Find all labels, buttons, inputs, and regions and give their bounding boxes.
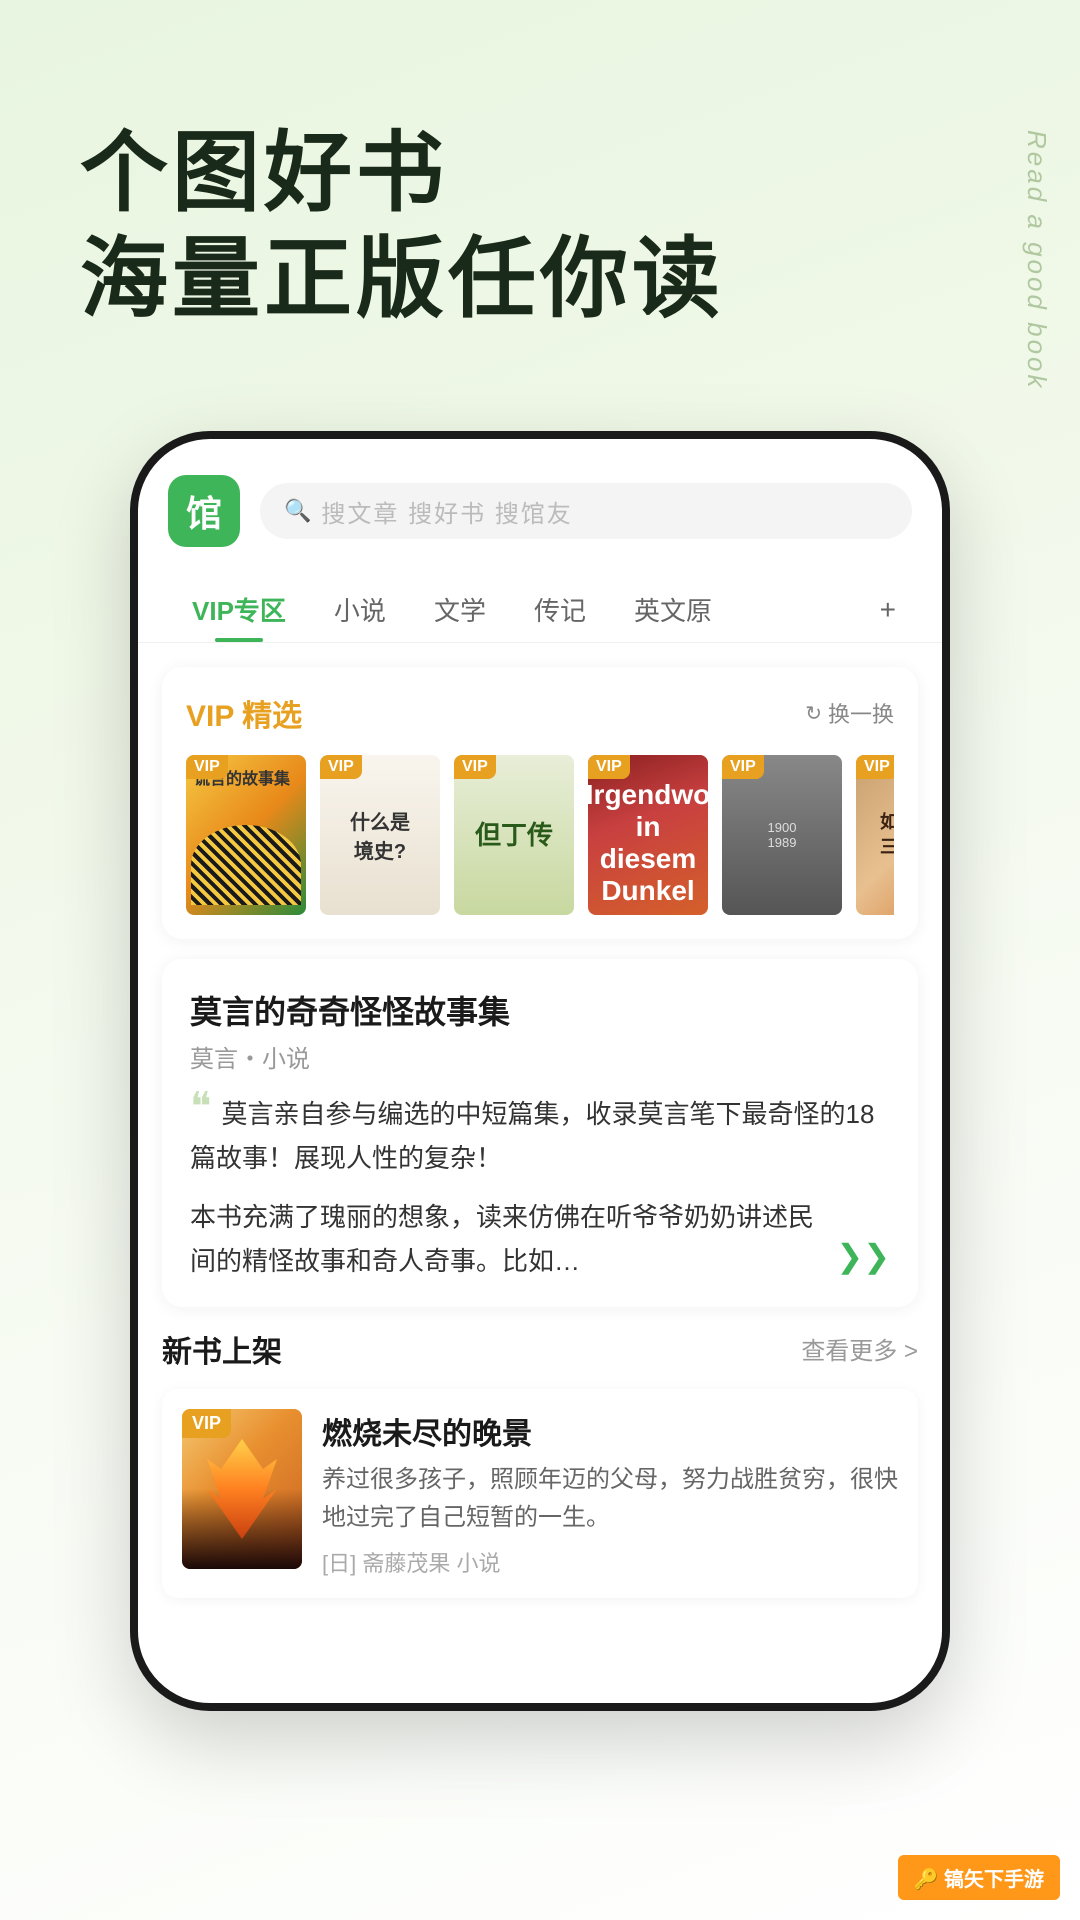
app-header: 馆 🔍 搜文章 搜好书 搜馆友 <box>138 439 942 567</box>
nav-tabs: VIP专区 小说 文学 传记 英文原 + <box>138 567 942 643</box>
hero-section: 个图好书 海量正版任你读 Read a good book <box>0 0 1080 391</box>
book-cover-5: VIP 19001989 <box>722 755 842 915</box>
new-book-vip-badge: VIP <box>182 1409 231 1438</box>
phone-mockup: 馆 🔍 搜文章 搜好书 搜馆友 VIP专区 小说 文学 传记 英文原 <box>130 431 950 1711</box>
new-book-info-1: 燃烧未尽的晚景 养过很多孩子，照顾年迈的父母，努力战胜贫穷，很快地过完了自己短暂… <box>322 1409 898 1578</box>
vip-section-title: VIP 精选 <box>186 691 302 735</box>
vip-book-shelf: VIP VIP 什么是境史? VIP 但丁传 <box>186 755 894 915</box>
phone-mockup-wrap: 馆 🔍 搜文章 搜好书 搜馆友 VIP专区 小说 文学 传记 英文原 <box>0 391 1080 1711</box>
refresh-button[interactable]: ↻ 换一换 <box>805 697 894 729</box>
book-cover-6: VIP 如何带着三文旅行 <box>856 755 894 915</box>
vip-badge-5: VIP <box>722 755 764 779</box>
new-book-author-1: [日] 斋藤茂果 小说 <box>322 1546 898 1578</box>
app-logo[interactable]: 馆 <box>168 475 240 547</box>
watermark: 🔑 镐矢下手游 <box>898 1855 1060 1900</box>
expand-icon[interactable]: ❯❯ <box>836 1229 890 1283</box>
tab-novel[interactable]: 小说 <box>310 577 410 642</box>
new-books-section: 新书上架 查看更多 > VIP 燃烧未尽的晚景 养过很多孩子，照顾年迈的父母，努… <box>162 1327 918 1598</box>
search-icon: 🔍 <box>284 498 311 524</box>
hero-title-line2: 海量正版任你读 <box>80 226 1000 332</box>
new-books-title: 新书上架 <box>162 1327 282 1371</box>
featured-book-author: 莫言・小说 <box>190 1039 890 1074</box>
book-item-4[interactable]: VIP Irgendwoin diesemDunkel <box>588 755 708 915</box>
featured-desc-1: ❝ 莫言亲自参与编选的中短篇集，收录莫言笔下最奇怪的18篇故事！展现人性的复杂！ <box>190 1092 890 1180</box>
book-title-2: 什么是境史? <box>350 806 410 864</box>
vip-badge-2: VIP <box>320 755 362 779</box>
book-item-2[interactable]: VIP 什么是境史? <box>320 755 440 915</box>
tab-more-plus[interactable]: + <box>864 584 912 636</box>
tab-literature[interactable]: 文学 <box>410 577 510 642</box>
new-book-item-1[interactable]: VIP 燃烧未尽的晚景 养过很多孩子，照顾年迈的父母，努力战胜贫穷，很快地过完了… <box>162 1389 918 1598</box>
book-title-3: 但丁传 <box>475 817 553 853</box>
book-item-3[interactable]: VIP 但丁传 <box>454 755 574 915</box>
watermark-text: 🔑 镐矢下手游 <box>914 1869 1044 1891</box>
search-bar[interactable]: 🔍 搜文章 搜好书 搜馆友 <box>260 483 912 539</box>
hero-side-text: Read a good book <box>1021 130 1052 391</box>
featured-section: 莫言的奇奇怪怪故事集 莫言・小说 ❝ 莫言亲自参与编选的中短篇集，收录莫言笔下最… <box>162 959 918 1307</box>
book-cover-3: VIP 但丁传 <box>454 755 574 915</box>
vip-badge-6: VIP <box>856 755 894 779</box>
tab-english[interactable]: 英文原 <box>610 577 736 642</box>
app-logo-text: 馆 <box>186 485 222 537</box>
book-item-6[interactable]: VIP 如何带着三文旅行 <box>856 755 894 915</box>
hero-title-line1: 个图好书 <box>80 120 1000 226</box>
vip-section-header: VIP 精选 ↻ 换一换 <box>186 691 894 735</box>
vip-badge-3: VIP <box>454 755 496 779</box>
book-cover-2: VIP 什么是境史? <box>320 755 440 915</box>
tiger-decoration <box>191 825 301 905</box>
tab-biography[interactable]: 传记 <box>510 577 610 642</box>
book-title-5: 19001989 <box>768 820 797 850</box>
book-cover-4: VIP Irgendwoin diesemDunkel <box>588 755 708 915</box>
vip-badge-1: VIP <box>186 755 228 779</box>
vip-section: VIP 精选 ↻ 换一换 VIP VIP <box>162 667 918 939</box>
new-books-more-button[interactable]: 查看更多 > <box>801 1331 918 1366</box>
book-cover-1: VIP <box>186 755 306 915</box>
vip-badge-4: VIP <box>588 755 630 779</box>
tab-vip[interactable]: VIP专区 <box>168 577 310 642</box>
book-title-4: Irgendwoin diesemDunkel <box>588 779 708 907</box>
book-title-6: 如何带着三文旅行 <box>880 810 894 860</box>
new-books-header: 新书上架 查看更多 > <box>162 1327 918 1371</box>
book-item-5[interactable]: VIP 19001989 <box>722 755 842 915</box>
refresh-icon: ↻ <box>805 701 822 726</box>
flame-decoration <box>207 1439 277 1539</box>
new-book-desc-1: 养过很多孩子，照顾年迈的父母，努力战胜贫穷，很快地过完了自己短暂的一生。 <box>322 1461 898 1538</box>
featured-book-title[interactable]: 莫言的奇奇怪怪故事集 <box>190 987 890 1033</box>
search-placeholder-text: 搜文章 搜好书 搜馆友 <box>321 494 572 529</box>
new-book-cover-1: VIP <box>182 1409 302 1569</box>
quote-mark-icon: ❝ <box>190 1087 212 1127</box>
new-book-title-1: 燃烧未尽的晚景 <box>322 1409 898 1453</box>
book-item-1[interactable]: VIP <box>186 755 306 915</box>
featured-desc-2: 本书充满了瑰丽的想象，读来仿佛在听爷爷奶奶讲述民间的精怪故事和奇人奇事。比如… … <box>190 1195 890 1283</box>
